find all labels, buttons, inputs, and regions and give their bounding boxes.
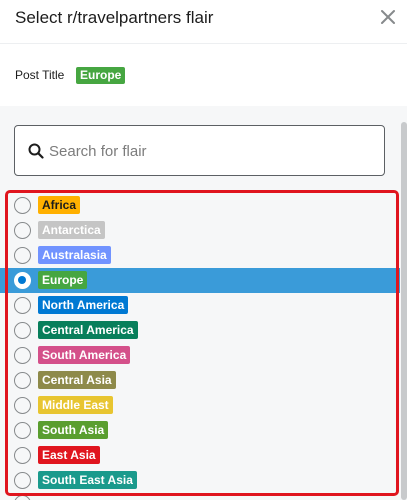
post-title-label: Post Title bbox=[15, 68, 65, 82]
flair-radio[interactable] bbox=[14, 322, 31, 339]
close-button[interactable] bbox=[375, 4, 401, 30]
modal-header: Select r/travelpartners flair bbox=[0, 0, 407, 44]
flair-option[interactable]: Europe bbox=[0, 268, 400, 293]
flair-option[interactable]: East Asia bbox=[0, 443, 400, 468]
flair-radio[interactable] bbox=[14, 472, 31, 489]
flair-option[interactable]: North America bbox=[0, 293, 400, 318]
flair-tag: Central Asia bbox=[38, 371, 116, 389]
search-icon bbox=[28, 143, 44, 159]
flair-option[interactable]: Antarctica bbox=[0, 218, 400, 243]
search-input[interactable] bbox=[49, 138, 369, 164]
flair-search-box[interactable] bbox=[14, 125, 385, 176]
flair-tag: Europe bbox=[38, 271, 88, 289]
flair-radio[interactable] bbox=[14, 297, 31, 314]
flair-radio[interactable] bbox=[14, 272, 31, 289]
flair-tag: Antarctica bbox=[38, 221, 105, 239]
flair-radio[interactable] bbox=[14, 447, 31, 464]
flair-tag: South America bbox=[38, 346, 131, 364]
flair-option[interactable]: Central Asia bbox=[0, 368, 400, 393]
post-flair-badge: Europe bbox=[76, 67, 126, 84]
flair-option[interactable]: South America bbox=[0, 343, 400, 368]
flair-tag: South East Asia bbox=[38, 471, 137, 489]
flair-option[interactable]: Central America bbox=[0, 318, 400, 343]
flair-radio[interactable] bbox=[14, 372, 31, 389]
flair-tag: East Asia bbox=[38, 446, 100, 464]
flair-option[interactable]: Middle East bbox=[0, 393, 400, 418]
flair-tag: Africa bbox=[38, 196, 81, 214]
flair-radio[interactable] bbox=[14, 347, 31, 364]
flair-list: Africa Antarctica Australasia Europe North A… bbox=[0, 193, 400, 493]
flair-tag: South Asia bbox=[38, 421, 109, 439]
flair-radio[interactable] bbox=[14, 197, 31, 214]
flair-option[interactable]: Africa bbox=[0, 193, 400, 218]
close-icon bbox=[381, 10, 395, 24]
flair-radio[interactable] bbox=[14, 247, 31, 264]
flair-radio[interactable] bbox=[14, 397, 31, 414]
flair-option[interactable]: South Asia bbox=[0, 418, 400, 443]
flair-option[interactable]: South East Asia bbox=[0, 468, 400, 493]
flair-modal: Select r/travelpartners flair Post Title… bbox=[0, 0, 407, 500]
modal-title: Select r/travelpartners flair bbox=[15, 8, 214, 27]
flair-tag: Australasia bbox=[38, 246, 111, 264]
flair-tag: Middle East bbox=[38, 396, 113, 414]
flair-tag: North America bbox=[38, 296, 129, 314]
flair-radio[interactable] bbox=[14, 222, 31, 239]
flair-option[interactable]: Australasia bbox=[0, 243, 400, 268]
flair-radio[interactable] bbox=[14, 422, 31, 439]
scrollbar-thumb[interactable] bbox=[401, 122, 407, 500]
post-preview: Post Title Europe bbox=[0, 45, 407, 105]
flair-tag: Central America bbox=[38, 321, 138, 339]
